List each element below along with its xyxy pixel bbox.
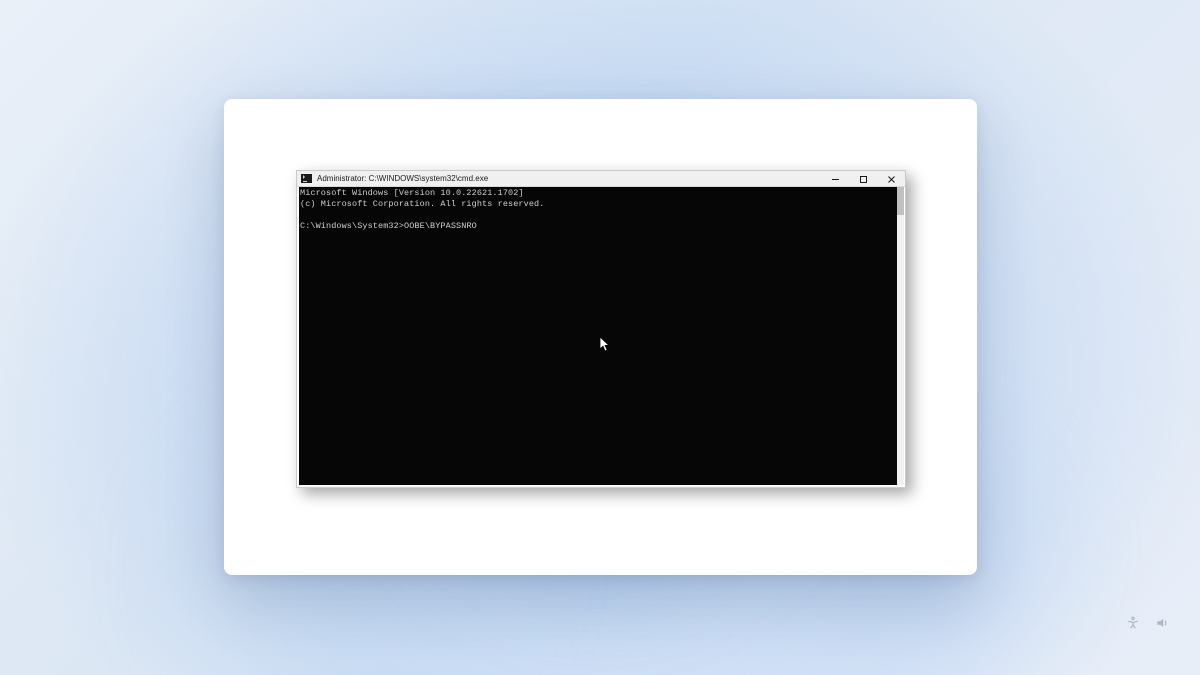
cmd-window[interactable]: Administrator: C:\WINDOWS\system32\cmd.e… (296, 170, 906, 488)
terminal-command[interactable]: OOBE\BYPASSNRO (404, 221, 477, 231)
setup-card: Administrator: C:\WINDOWS\system32\cmd.e… (224, 99, 977, 575)
cmd-icon (301, 174, 312, 183)
window-title: Administrator: C:\WINDOWS\system32\cmd.e… (317, 171, 488, 187)
volume-icon[interactable] (1154, 616, 1170, 630)
titlebar[interactable]: Administrator: C:\WINDOWS\system32\cmd.e… (297, 171, 905, 187)
terminal-line: Microsoft Windows [Version 10.0.22621.17… (300, 188, 524, 198)
minimize-button[interactable] (821, 171, 849, 187)
accessibility-icon[interactable] (1126, 616, 1140, 630)
window-controls (821, 171, 905, 187)
terminal-scrollbar-thumb[interactable] (897, 187, 904, 215)
terminal-body[interactable]: Microsoft Windows [Version 10.0.22621.17… (299, 187, 897, 485)
terminal-line: (c) Microsoft Corporation. All rights re… (300, 199, 544, 209)
terminal-output: Microsoft Windows [Version 10.0.22621.17… (299, 187, 897, 232)
close-button[interactable] (877, 171, 905, 187)
terminal-scrollbar[interactable] (897, 187, 904, 485)
oobe-tray (1126, 616, 1170, 630)
maximize-button[interactable] (849, 171, 877, 187)
terminal-prompt: C:\Windows\System32> (300, 221, 404, 231)
